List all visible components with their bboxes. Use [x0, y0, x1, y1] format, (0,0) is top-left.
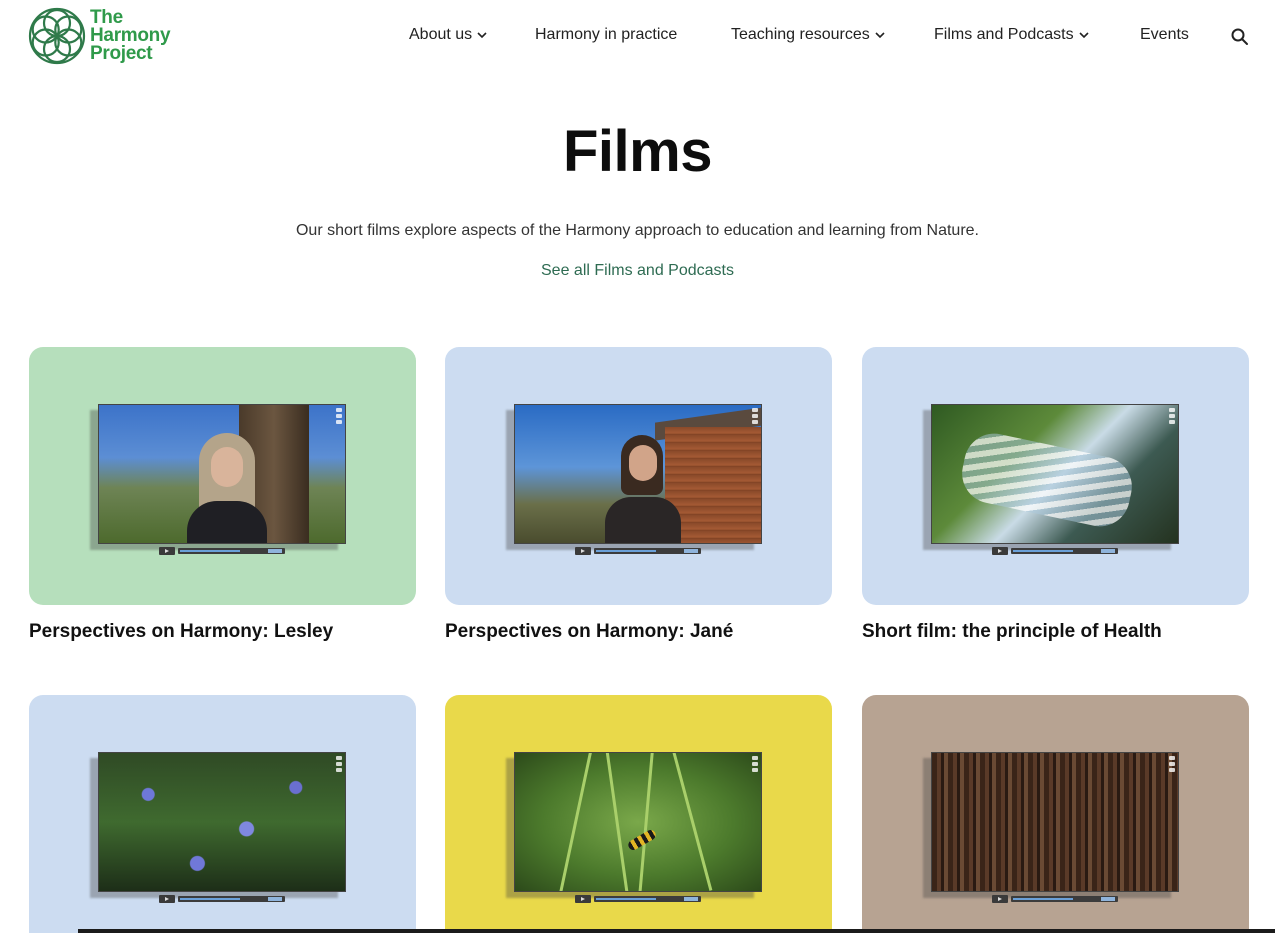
play-icon [992, 895, 1008, 903]
film-card-caterpillar[interactable] [445, 695, 832, 933]
chevron-down-icon [477, 32, 487, 39]
page-intro: Our short films explore aspects of the H… [295, 222, 979, 239]
main-nav: About us Harmony in practice Teaching re… [0, 26, 1275, 48]
video-controls [992, 547, 1118, 555]
horizontal-scrollbar[interactable] [78, 929, 1275, 933]
chevron-down-icon [1079, 32, 1089, 39]
film-card-bark[interactable] [862, 695, 1249, 933]
play-icon [159, 547, 175, 555]
film-thumbnail[interactable] [29, 695, 416, 933]
player-options-icon [1169, 408, 1175, 426]
video-still [931, 404, 1179, 544]
video-controls [575, 547, 701, 555]
video-mockup [506, 752, 762, 904]
play-icon [159, 895, 175, 903]
progress-bar [594, 548, 701, 554]
progress-bar [1011, 896, 1118, 902]
nav-item-harmony-in-practice[interactable]: Harmony in practice [535, 26, 677, 44]
video-still [98, 752, 346, 892]
video-mockup [923, 404, 1179, 556]
play-icon [575, 895, 591, 903]
player-options-icon [336, 408, 342, 426]
film-card-lesley[interactable]: Perspectives on Harmony: Lesley [29, 347, 416, 643]
site-header: The Harmony Project About us Harmony in … [0, 0, 1275, 72]
player-options-icon [752, 756, 758, 774]
nav-item-films-and-podcasts[interactable]: Films and Podcasts [934, 26, 1090, 44]
page-title: Films [563, 119, 713, 184]
nav-item-label: Films and Podcasts [934, 26, 1074, 43]
video-still [514, 752, 762, 892]
progress-bar [178, 896, 285, 902]
video-mockup [90, 752, 346, 904]
progress-bar [1011, 548, 1118, 554]
video-mockup [90, 404, 346, 556]
progress-bar [178, 548, 285, 554]
video-controls [159, 547, 285, 555]
film-title[interactable]: Perspectives on Harmony: Lesley [29, 621, 416, 643]
video-mockup [923, 752, 1179, 904]
video-still [931, 752, 1179, 892]
nav-item-label: About us [409, 26, 473, 43]
progress-bar [594, 896, 701, 902]
chevron-down-icon [875, 32, 885, 39]
nav-item-events[interactable]: Events [1140, 26, 1189, 44]
video-controls [992, 895, 1118, 903]
film-card-health[interactable]: Short film: the principle of Health [862, 347, 1249, 643]
film-thumbnail[interactable] [29, 347, 416, 605]
nav-item-label: Teaching resources [731, 26, 870, 43]
video-still [98, 404, 346, 544]
player-options-icon [336, 756, 342, 774]
film-card-jane[interactable]: Perspectives on Harmony: Jané [445, 347, 832, 643]
play-icon [575, 547, 591, 555]
film-title[interactable]: Perspectives on Harmony: Jané [445, 621, 832, 643]
video-controls [159, 895, 285, 903]
video-mockup [506, 404, 762, 556]
film-thumbnail[interactable] [445, 347, 832, 605]
video-still [514, 404, 762, 544]
play-icon [992, 547, 1008, 555]
nav-item-label: Events [1140, 26, 1189, 43]
nav-item-label: Harmony in practice [535, 26, 678, 43]
video-controls [575, 895, 701, 903]
nav-item-teaching-resources[interactable]: Teaching resources [731, 26, 886, 44]
film-thumbnail[interactable] [862, 347, 1249, 605]
film-title[interactable]: Short film: the principle of Health [862, 621, 1249, 643]
film-card-flowers[interactable] [29, 695, 416, 933]
film-thumbnail[interactable] [445, 695, 832, 933]
player-options-icon [752, 408, 758, 426]
see-all-films-link[interactable]: See all Films and Podcasts [0, 262, 1275, 280]
film-thumbnail[interactable] [862, 695, 1249, 933]
search-icon[interactable] [1230, 27, 1250, 47]
player-options-icon [1169, 756, 1175, 774]
nav-item-about-us[interactable]: About us [409, 26, 488, 44]
